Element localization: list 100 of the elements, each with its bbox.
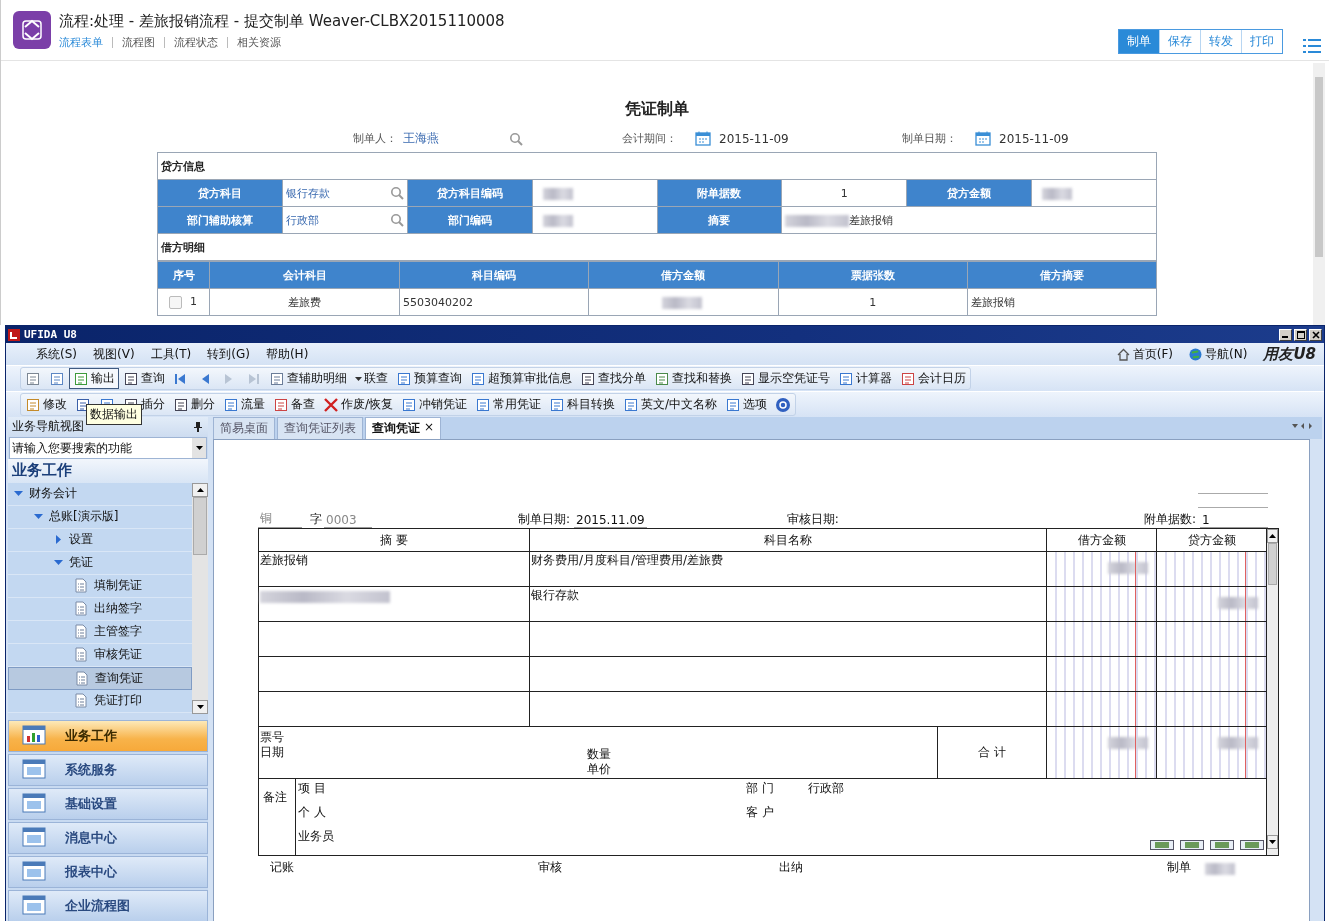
module-button[interactable]: 基础设置 <box>8 788 208 820</box>
toolbar-button[interactable]: 输出 <box>69 368 119 389</box>
toolbar-button[interactable]: 删分 <box>169 394 219 415</box>
tree-item[interactable]: 凭证 <box>8 551 192 575</box>
toolbar-button[interactable]: 显示空凭证号 <box>736 368 834 389</box>
total-label: 合 计 <box>978 744 1006 761</box>
module-button[interactable]: 企业流程图 <box>8 890 208 921</box>
scrollbar[interactable] <box>1267 529 1278 849</box>
scroll-thumb[interactable] <box>1268 543 1277 585</box>
module-button[interactable]: 系统服务 <box>8 754 208 786</box>
arrow-down-icon[interactable] <box>196 705 204 709</box>
scrollbar[interactable] <box>192 482 208 714</box>
page-tab[interactable]: 相关资源 <box>227 37 290 48</box>
redacted-value <box>1108 561 1148 574</box>
column-header: 借方金额 <box>588 261 778 289</box>
page-tab[interactable]: 流程状态 <box>164 37 227 48</box>
page-title: 流程:处理 - 差旅报销流程 - 提交制单 Weaver-CLBX2015110008 <box>59 12 506 31</box>
field-label: 摘要 <box>657 206 782 234</box>
table-cell: 1 <box>869 295 877 309</box>
globe-icon[interactable] <box>1189 347 1203 361</box>
attachment-count[interactable]: 1 <box>1200 513 1268 528</box>
nav-link[interactable]: 首页(F) <box>1110 345 1180 363</box>
search-field[interactable]: 请输入您要搜索的功能 <box>9 436 207 459</box>
field-value: 行政部 <box>808 780 845 797</box>
arrow-down-icon[interactable] <box>1269 840 1276 844</box>
toolbar-button[interactable]: 选项 <box>721 394 772 415</box>
tree-item[interactable]: 总账[演示版] <box>8 505 192 529</box>
toolbar-button[interactable]: 修改 <box>21 394 71 415</box>
tree-item[interactable]: 出纳签字 <box>8 597 192 621</box>
redacted-value <box>1108 736 1148 749</box>
toolbar-button[interactable]: 作废/恢复 <box>319 394 398 415</box>
menu-item[interactable]: 工具(T) <box>142 345 200 363</box>
tree-item[interactable]: 主管签字 <box>8 620 192 644</box>
voucher-type[interactable]: 铜 <box>258 510 302 528</box>
search-icon[interactable] <box>389 186 404 200</box>
module-button[interactable]: 消息中心 <box>8 822 208 854</box>
tree-item[interactable]: 审核凭证 <box>8 643 192 667</box>
caret-down-icon[interactable] <box>54 558 63 568</box>
search-icon[interactable] <box>509 131 523 146</box>
toolbar-button[interactable]: 科目转换 <box>545 394 620 415</box>
tree-item[interactable]: 财务会计 <box>8 482 192 506</box>
toolbar-button[interactable]: 计算器 <box>834 368 896 389</box>
toolbar-button[interactable]: 英文/中文名称 <box>619 394 722 415</box>
field-label: 单价 <box>587 762 611 777</box>
lookup-field[interactable]: 王海燕 <box>403 130 523 147</box>
module-button[interactable]: 报表中心 <box>8 856 208 888</box>
home-icon[interactable] <box>1116 347 1130 361</box>
toolbar-button[interactable]: 查找和替换 <box>650 368 736 389</box>
page-tab[interactable]: 流程表单 <box>59 37 112 48</box>
tree-item[interactable]: 凭证打印 <box>8 689 192 713</box>
field-label: 字 <box>310 511 322 528</box>
nav-link[interactable]: 导航(N) <box>1183 345 1254 363</box>
tree-item[interactable]: 查询凭证 <box>8 666 192 690</box>
search-icon[interactable] <box>389 213 404 227</box>
small-tool-icon[interactable] <box>1180 840 1204 850</box>
toolbar-button[interactable]: 预算查询 <box>392 368 466 389</box>
caret-down-icon[interactable] <box>34 512 43 522</box>
date-field[interactable]: 2015.11.09 <box>574 513 647 528</box>
arrow-down-icon[interactable] <box>195 445 203 450</box>
small-tool-icon[interactable] <box>1240 840 1264 850</box>
menu-item[interactable]: 帮助(H) <box>257 345 317 363</box>
pin-icon[interactable] <box>194 421 202 432</box>
voucher-number[interactable]: 0003 <box>324 513 372 528</box>
toolbar-button[interactable]: 会计日历 <box>896 368 970 389</box>
small-tool-icon[interactable] <box>1210 840 1234 850</box>
caret-down-icon[interactable] <box>14 489 23 499</box>
scroll-thumb[interactable] <box>193 496 207 555</box>
action-button[interactable]: 制单 <box>1119 30 1159 53</box>
column-header: 贷方金额 <box>1156 528 1267 552</box>
toolbar-button[interactable]: 冲销凭证 <box>397 394 472 415</box>
column-header: 会计科目 <box>209 261 400 289</box>
caret-right-icon[interactable] <box>54 535 63 545</box>
small-tool-icon[interactable] <box>1150 840 1174 850</box>
arrow-up-icon[interactable] <box>196 487 204 492</box>
toolbar-button[interactable]: 查找分单 <box>576 368 650 389</box>
toolbar-button[interactable]: 联查 <box>351 368 392 389</box>
tree-item[interactable]: 填制凭证 <box>8 574 192 598</box>
document-tab[interactable]: 查询凭证 × <box>365 417 442 439</box>
column-header: 科目名称 <box>529 528 1047 552</box>
module-button[interactable]: 业务工作 <box>8 720 208 752</box>
menu-item[interactable]: 系统(S) <box>28 345 85 363</box>
menu-item[interactable]: 视图(V) <box>85 345 143 363</box>
toolbar-button[interactable]: 常用凭证 <box>471 394 546 415</box>
menu-icon[interactable] <box>1303 38 1321 54</box>
tree-item[interactable]: 设置 <box>8 528 192 552</box>
arrow-up-icon[interactable] <box>1269 534 1276 538</box>
toolbar-button[interactable]: 流量 <box>219 394 269 415</box>
scrollbar[interactable] <box>1313 63 1325 325</box>
menu-item[interactable]: 转到(G) <box>199 345 258 363</box>
toolbar-button[interactable]: 查询 <box>119 368 169 389</box>
toolbar-button[interactable]: 超预算审批信息 <box>466 368 576 389</box>
row-checkbox[interactable] <box>169 295 182 309</box>
module-icon <box>21 792 47 816</box>
document-tab[interactable]: 简易桌面 <box>213 417 275 439</box>
close-icon[interactable]: × <box>424 420 435 437</box>
toolbar-button[interactable]: 备查 <box>269 394 319 415</box>
document-tab[interactable]: 查询凭证列表 <box>277 417 363 439</box>
toolbar-button[interactable]: 查辅助明细 <box>265 368 351 389</box>
signature-label: 制单 <box>1167 859 1191 876</box>
page-tab[interactable]: 流程图 <box>112 37 164 48</box>
